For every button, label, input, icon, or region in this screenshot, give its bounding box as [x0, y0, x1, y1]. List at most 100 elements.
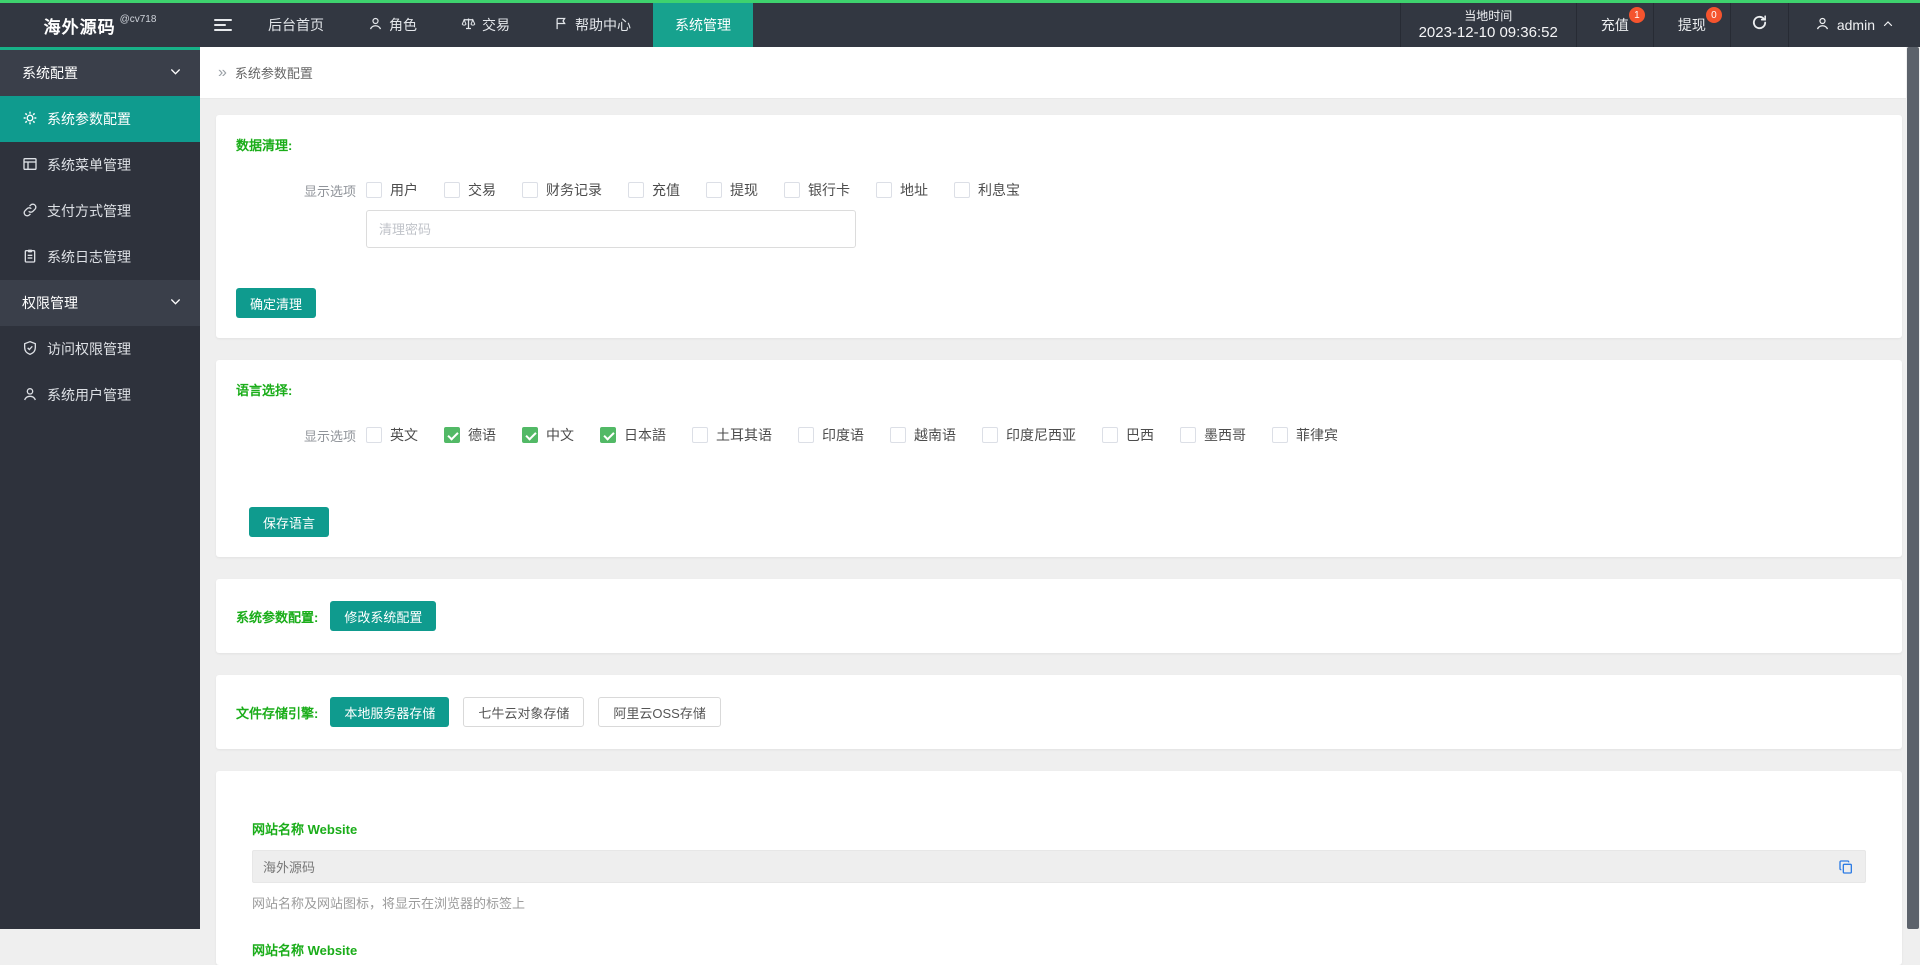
- checkbox-option[interactable]: 交易: [444, 180, 496, 200]
- checkbox-option[interactable]: 德语: [444, 425, 496, 445]
- checkbox-option[interactable]: 中文: [522, 425, 574, 445]
- website-name-input[interactable]: [263, 859, 1837, 874]
- checkbox-option[interactable]: 越南语: [890, 425, 956, 445]
- checkbox-unchecked[interactable]: [1272, 427, 1288, 443]
- app-title: 海外源码: [44, 13, 116, 38]
- checkbox-label: 印度尼西亚: [1006, 425, 1076, 445]
- refresh-button[interactable]: [1730, 3, 1788, 47]
- sidebar-group-header[interactable]: 系统配置: [0, 50, 200, 96]
- save-language-button[interactable]: 保存语言: [249, 507, 329, 537]
- confirm-clean-button[interactable]: 确定清理: [236, 288, 316, 318]
- checkbox-unchecked[interactable]: [784, 182, 800, 198]
- checkbox-option[interactable]: 日本語: [600, 425, 666, 445]
- sidebar-item-label: 支付方式管理: [47, 201, 131, 221]
- checkbox-label: 地址: [900, 180, 928, 200]
- checkbox-option[interactable]: 财务记录: [522, 180, 602, 200]
- checkbox-unchecked[interactable]: [692, 427, 708, 443]
- checkbox-option[interactable]: 银行卡: [784, 180, 850, 200]
- modify-sys-config-button[interactable]: 修改系统配置: [330, 601, 436, 631]
- user-menu[interactable]: admin: [1788, 3, 1920, 47]
- top-nav-item-label: 后台首页: [268, 15, 324, 35]
- copy-icon[interactable]: [1837, 858, 1855, 876]
- website-field-label: 网站名称 Website: [252, 940, 1866, 959]
- top-nav-item-label: 帮助中心: [575, 15, 631, 35]
- checkbox-label: 中文: [546, 425, 574, 445]
- sidebar-item[interactable]: 系统日志管理: [0, 234, 200, 280]
- clean-password-input[interactable]: [366, 210, 856, 248]
- checkbox-option[interactable]: 利息宝: [954, 180, 1020, 200]
- checkbox-option[interactable]: 印度尼西亚: [982, 425, 1076, 445]
- checkbox-label: 巴西: [1126, 425, 1154, 445]
- checkbox-unchecked[interactable]: [876, 182, 892, 198]
- checkbox-checked[interactable]: [444, 427, 460, 443]
- checkbox-option[interactable]: 巴西: [1102, 425, 1154, 445]
- page-scrollbar[interactable]: [1906, 47, 1920, 929]
- website-field: 网站名称 Website网站名称及网站图标，将显示在浏览器的标签上: [252, 819, 1866, 912]
- website-settings-card: 网站名称 Website网站名称及网站图标，将显示在浏览器的标签上网站名称 We…: [216, 771, 1902, 965]
- sidebar-item[interactable]: 访问权限管理: [0, 326, 200, 372]
- sidebar-group-header[interactable]: 权限管理: [0, 280, 200, 326]
- app-logo[interactable]: 海外源码 @cv718: [0, 3, 200, 47]
- storage-engine-button-active[interactable]: 本地服务器存储: [330, 697, 449, 727]
- checkbox-option[interactable]: 用户: [366, 180, 418, 200]
- storage-engine-buttons: 本地服务器存储七牛云对象存储阿里云OSS存储: [328, 697, 721, 727]
- checkbox-option[interactable]: 印度语: [798, 425, 864, 445]
- recharge-label: 充值: [1601, 15, 1629, 35]
- sidebar-item[interactable]: 系统用户管理: [0, 372, 200, 418]
- sys-config-title: 系统参数配置:: [236, 607, 318, 626]
- checkbox-checked[interactable]: [600, 427, 616, 443]
- storage-engine-button[interactable]: 阿里云OSS存储: [598, 697, 720, 727]
- top-nav-item[interactable]: 交易: [439, 3, 532, 47]
- scrollbar-thumb[interactable]: [1907, 47, 1919, 929]
- checkbox-unchecked[interactable]: [954, 182, 970, 198]
- checkbox-option[interactable]: 英文: [366, 425, 418, 445]
- refresh-icon: [1751, 14, 1768, 36]
- checkbox-unchecked[interactable]: [366, 427, 382, 443]
- checkbox-label: 利息宝: [978, 180, 1020, 200]
- top-nav-item[interactable]: 系统管理: [653, 3, 753, 47]
- local-time: 当地时间 2023-12-10 09:36:52: [1400, 3, 1576, 47]
- checkbox-option[interactable]: 墨西哥: [1180, 425, 1246, 445]
- top-nav-item[interactable]: 后台首页: [246, 3, 346, 47]
- sidebar-collapse-icon[interactable]: [200, 3, 246, 47]
- sidebar-group-label: 权限管理: [22, 293, 78, 313]
- chevron-down-icon: [169, 65, 182, 81]
- checkbox-unchecked[interactable]: [522, 182, 538, 198]
- storage-engine-card: 文件存储引擎: 本地服务器存储七牛云对象存储阿里云OSS存储: [216, 675, 1902, 749]
- checkbox-option[interactable]: 充值: [628, 180, 680, 200]
- language-row-label: 显示选项: [236, 426, 356, 445]
- top-nav-item[interactable]: 帮助中心: [532, 3, 653, 47]
- top-nav-item[interactable]: 角色: [346, 3, 439, 47]
- checkbox-option[interactable]: 菲律宾: [1272, 425, 1338, 445]
- top-nav-item-label: 系统管理: [675, 15, 731, 35]
- sidebar-item[interactable]: 支付方式管理: [0, 188, 200, 234]
- checkbox-unchecked[interactable]: [366, 182, 382, 198]
- checkbox-unchecked[interactable]: [1180, 427, 1196, 443]
- breadcrumb: » 系统参数配置: [200, 47, 1906, 99]
- data-clean-title: 数据清理:: [236, 135, 1882, 154]
- recharge-button[interactable]: 充值 1: [1576, 3, 1653, 47]
- checkbox-unchecked[interactable]: [1102, 427, 1118, 443]
- sidebar-item[interactable]: 系统菜单管理: [0, 142, 200, 188]
- checkbox-unchecked[interactable]: [706, 182, 722, 198]
- data-clean-card: 数据清理: 显示选项 用户交易财务记录充值提现银行卡地址利息宝 确定清理: [216, 115, 1902, 338]
- checkbox-unchecked[interactable]: [444, 182, 460, 198]
- checkbox-unchecked[interactable]: [798, 427, 814, 443]
- website-field-label: 网站名称 Website: [252, 819, 1866, 838]
- sidebar-item[interactable]: 系统参数配置: [0, 96, 200, 142]
- checkbox-unchecked[interactable]: [982, 427, 998, 443]
- checkbox-label: 银行卡: [808, 180, 850, 200]
- checkbox-checked[interactable]: [522, 427, 538, 443]
- checkbox-option[interactable]: 土耳其语: [692, 425, 772, 445]
- checkbox-option[interactable]: 地址: [876, 180, 928, 200]
- storage-engine-button[interactable]: 七牛云对象存储: [463, 697, 584, 727]
- checkbox-unchecked[interactable]: [628, 182, 644, 198]
- checkbox-label: 墨西哥: [1204, 425, 1246, 445]
- shield-icon: [22, 340, 38, 359]
- checkbox-option[interactable]: 提现: [706, 180, 758, 200]
- withdraw-button[interactable]: 提现 0: [1653, 3, 1730, 47]
- checkbox-unchecked[interactable]: [890, 427, 906, 443]
- language-options: 英文 德语 中文 日本語 土耳其语 印度语 越南语 印度尼西亚 巴西 墨西哥 菲律宾: [366, 425, 1364, 445]
- app-version-tag: @cv718: [120, 14, 157, 25]
- checkbox-label: 印度语: [822, 425, 864, 445]
